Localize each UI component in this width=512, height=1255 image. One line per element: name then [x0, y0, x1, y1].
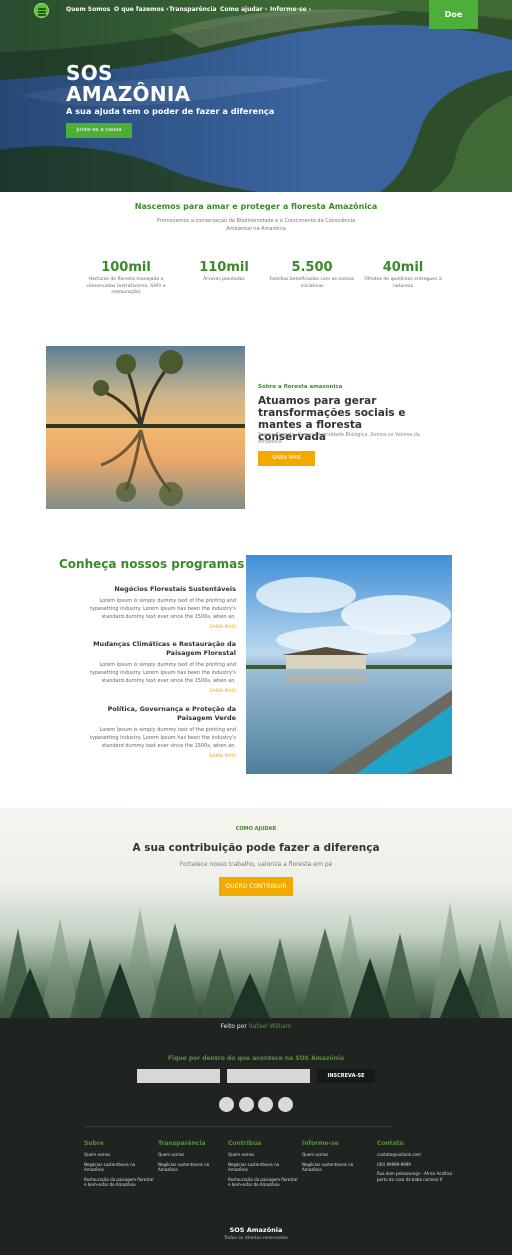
program-title: Política, Governança e Proteção da Paisa… — [107, 705, 236, 722]
newsletter-email-input[interactable] — [227, 1069, 310, 1083]
programs-title: Conheça nossos programas — [59, 557, 245, 571]
contribute-eyebrow: COMO AJUDAR — [235, 826, 277, 832]
program-text: Lorem Ipsum is simply dummy text of the … — [90, 727, 236, 749]
credit-line: Feito por Rafael William — [0, 1023, 512, 1030]
stat-value: 110mil — [199, 260, 249, 275]
footer-column-title: Contato — [377, 1140, 404, 1147]
program-item: Política, Governança e Proteção da Paisa… — [72, 705, 236, 760]
stat-families: 5.500 Famílias beneficiadas com as nossa… — [262, 260, 362, 290]
stat-label: Árvores plantadas — [203, 277, 245, 282]
program-learn-more-link[interactable]: SAIBA MAIS — [72, 689, 236, 695]
program-item: Mudanças Climáticas e Restauração da Pai… — [72, 640, 236, 695]
contribute-title: A sua contribuição pode fazer a diferenç… — [132, 842, 380, 854]
footer-link[interactable]: Negócios sustentáveis na Amazônia — [302, 1162, 372, 1173]
contact-email[interactable]: contato@outlook.com — [377, 1152, 459, 1158]
social-icon[interactable] — [278, 1097, 293, 1112]
social-icon[interactable] — [239, 1097, 254, 1112]
footer-link[interactable]: Quem somos — [228, 1152, 298, 1158]
stat-label: Hectares de floresta manejada e conserva… — [86, 277, 166, 295]
footer-link[interactable]: Quem somos — [302, 1152, 372, 1158]
program-item: Negócios Florestais Sustentáveis Lorem I… — [72, 585, 236, 631]
footer — [0, 1018, 512, 1255]
about-text: Somos Floresta. Somos Diversidade Biológ… — [258, 433, 420, 445]
social-icon[interactable] — [258, 1097, 273, 1112]
newsletter-title: Fique por dentro do que acontece na SOS … — [167, 1055, 345, 1062]
footer-divider — [85, 1126, 391, 1127]
hero-subtitle: A sua ajuda tem o poder de fazer a difer… — [66, 106, 275, 116]
credit-prefix: Feito por — [220, 1023, 247, 1030]
donate-button[interactable]: Doe — [429, 0, 478, 29]
footer-link[interactable]: Restauração da paisagem florestal e bem-… — [228, 1177, 298, 1188]
footer-column-contato: Contato contato@outlook.com (00) 99999-9… — [377, 1140, 459, 1186]
credit-author-link[interactable]: Rafael William — [249, 1023, 292, 1030]
footer-column-sobre: Sobre Quem somos Negócios sustentáveis n… — [84, 1140, 154, 1192]
contribute-section — [0, 808, 512, 1018]
top-navigation: Quem Somos O que fazemos › Transparência… — [0, 0, 512, 29]
hero-title: SOS AMAZÔNIA — [66, 63, 190, 105]
footer-column-transparencia: Transparência Quem somos Negócios susten… — [158, 1140, 228, 1177]
stat-hectares: 100mil Hectares de floresta manejada e c… — [76, 260, 176, 297]
stat-value: 40mil — [382, 260, 424, 275]
stat-label: Filhotes de quelônios entregues à nature… — [364, 277, 442, 289]
footer-column-title: Sobre — [84, 1140, 104, 1147]
subscribe-button[interactable]: INSCREVA-SE — [317, 1069, 375, 1083]
newsletter-name-input[interactable] — [137, 1069, 220, 1083]
contact-phone: (00) 99999-9999 — [377, 1161, 411, 1167]
footer-column-informe-se: Informe-se Quem somos Negócios sustentáv… — [302, 1140, 372, 1177]
nav-item-transparencia[interactable]: Transparência — [169, 6, 217, 13]
nav-item-quem-somos[interactable]: Quem Somos — [66, 6, 110, 13]
mission-text: Promovemos a conservação da Biodiversida… — [156, 218, 356, 232]
contribute-button[interactable]: QUERO CONTRIBUIR — [219, 877, 293, 896]
footer-column-title: Transparência — [158, 1140, 206, 1147]
programs-river-house-image — [246, 555, 452, 774]
footer-column-contribua: Contribua Quem somos Negócios sustentáve… — [228, 1140, 298, 1192]
logo-icon[interactable] — [34, 3, 49, 18]
nav-item-o-que-fazemos[interactable]: O que fazemos › — [114, 6, 169, 13]
about-eyebrow: Sobre a floresta amazonica — [258, 384, 343, 390]
hero-title-line2: AMAZÔNIA — [66, 82, 191, 106]
contribute-subtitle: Fortalece nosso trabalho, valoriza a flo… — [179, 861, 333, 868]
footer-link[interactable]: Quem somos — [158, 1152, 228, 1158]
footer-link[interactable]: Negócios sustentáveis na Amazônia — [158, 1162, 228, 1173]
stat-trees: 110mil Árvores plantadas — [174, 260, 274, 284]
footer-link[interactable]: Quem somos — [84, 1152, 154, 1158]
program-title: Negócios Florestais Sustentáveis — [114, 585, 236, 593]
mission-title: Nascemos para amar e proteger a floresta… — [134, 202, 378, 211]
about-forest-image — [46, 346, 245, 509]
program-text: Lorem Ipsum is simply dummy text of the … — [90, 662, 236, 684]
footer-link[interactable]: Negócios sustentáveis na Amazônia — [228, 1162, 298, 1173]
stat-label: Famílias beneficiadas com as nossas inic… — [269, 277, 355, 289]
about-learn-more-button[interactable]: SAIBA MAIS — [258, 451, 315, 466]
footer-column-title: Informe-se — [302, 1140, 339, 1147]
foggy-forest-image — [0, 903, 512, 1018]
stat-value: 100mil — [101, 260, 151, 275]
join-cause-button[interactable]: Junte-se a causa — [66, 123, 132, 138]
nav-item-como-ajudar[interactable]: Como ajudar › — [220, 6, 267, 13]
stat-value: 5.500 — [291, 260, 333, 275]
program-title: Mudanças Climáticas e Restauração da Pai… — [93, 640, 236, 657]
hero-title-line1: SOS — [66, 61, 113, 85]
program-learn-more-link[interactable]: SAIBA MAIS — [72, 625, 236, 631]
social-icon[interactable] — [219, 1097, 234, 1112]
footer-brand: SOS Amazônia — [229, 1226, 283, 1234]
footer-column-title: Contribua — [228, 1140, 262, 1147]
program-learn-more-link[interactable]: SAIBA MAIS — [72, 754, 236, 760]
footer-rights: Todos os direitos reservados — [224, 1236, 288, 1241]
footer-link[interactable]: Negócios sustentáveis na Amazônia — [84, 1162, 154, 1173]
contact-address: Rua dom pelezzuregs - Africo Acoltico pe… — [377, 1171, 453, 1182]
footer-link[interactable]: Restauração da paisagem florestal e bem-… — [84, 1177, 154, 1188]
stat-turtles: 40mil Filhotes de quelônios entregues à … — [353, 260, 453, 290]
program-text: Lorem Ipsum is simply dummy text of the … — [90, 598, 236, 620]
nav-item-informe-se[interactable]: Informe-se › — [270, 6, 311, 13]
